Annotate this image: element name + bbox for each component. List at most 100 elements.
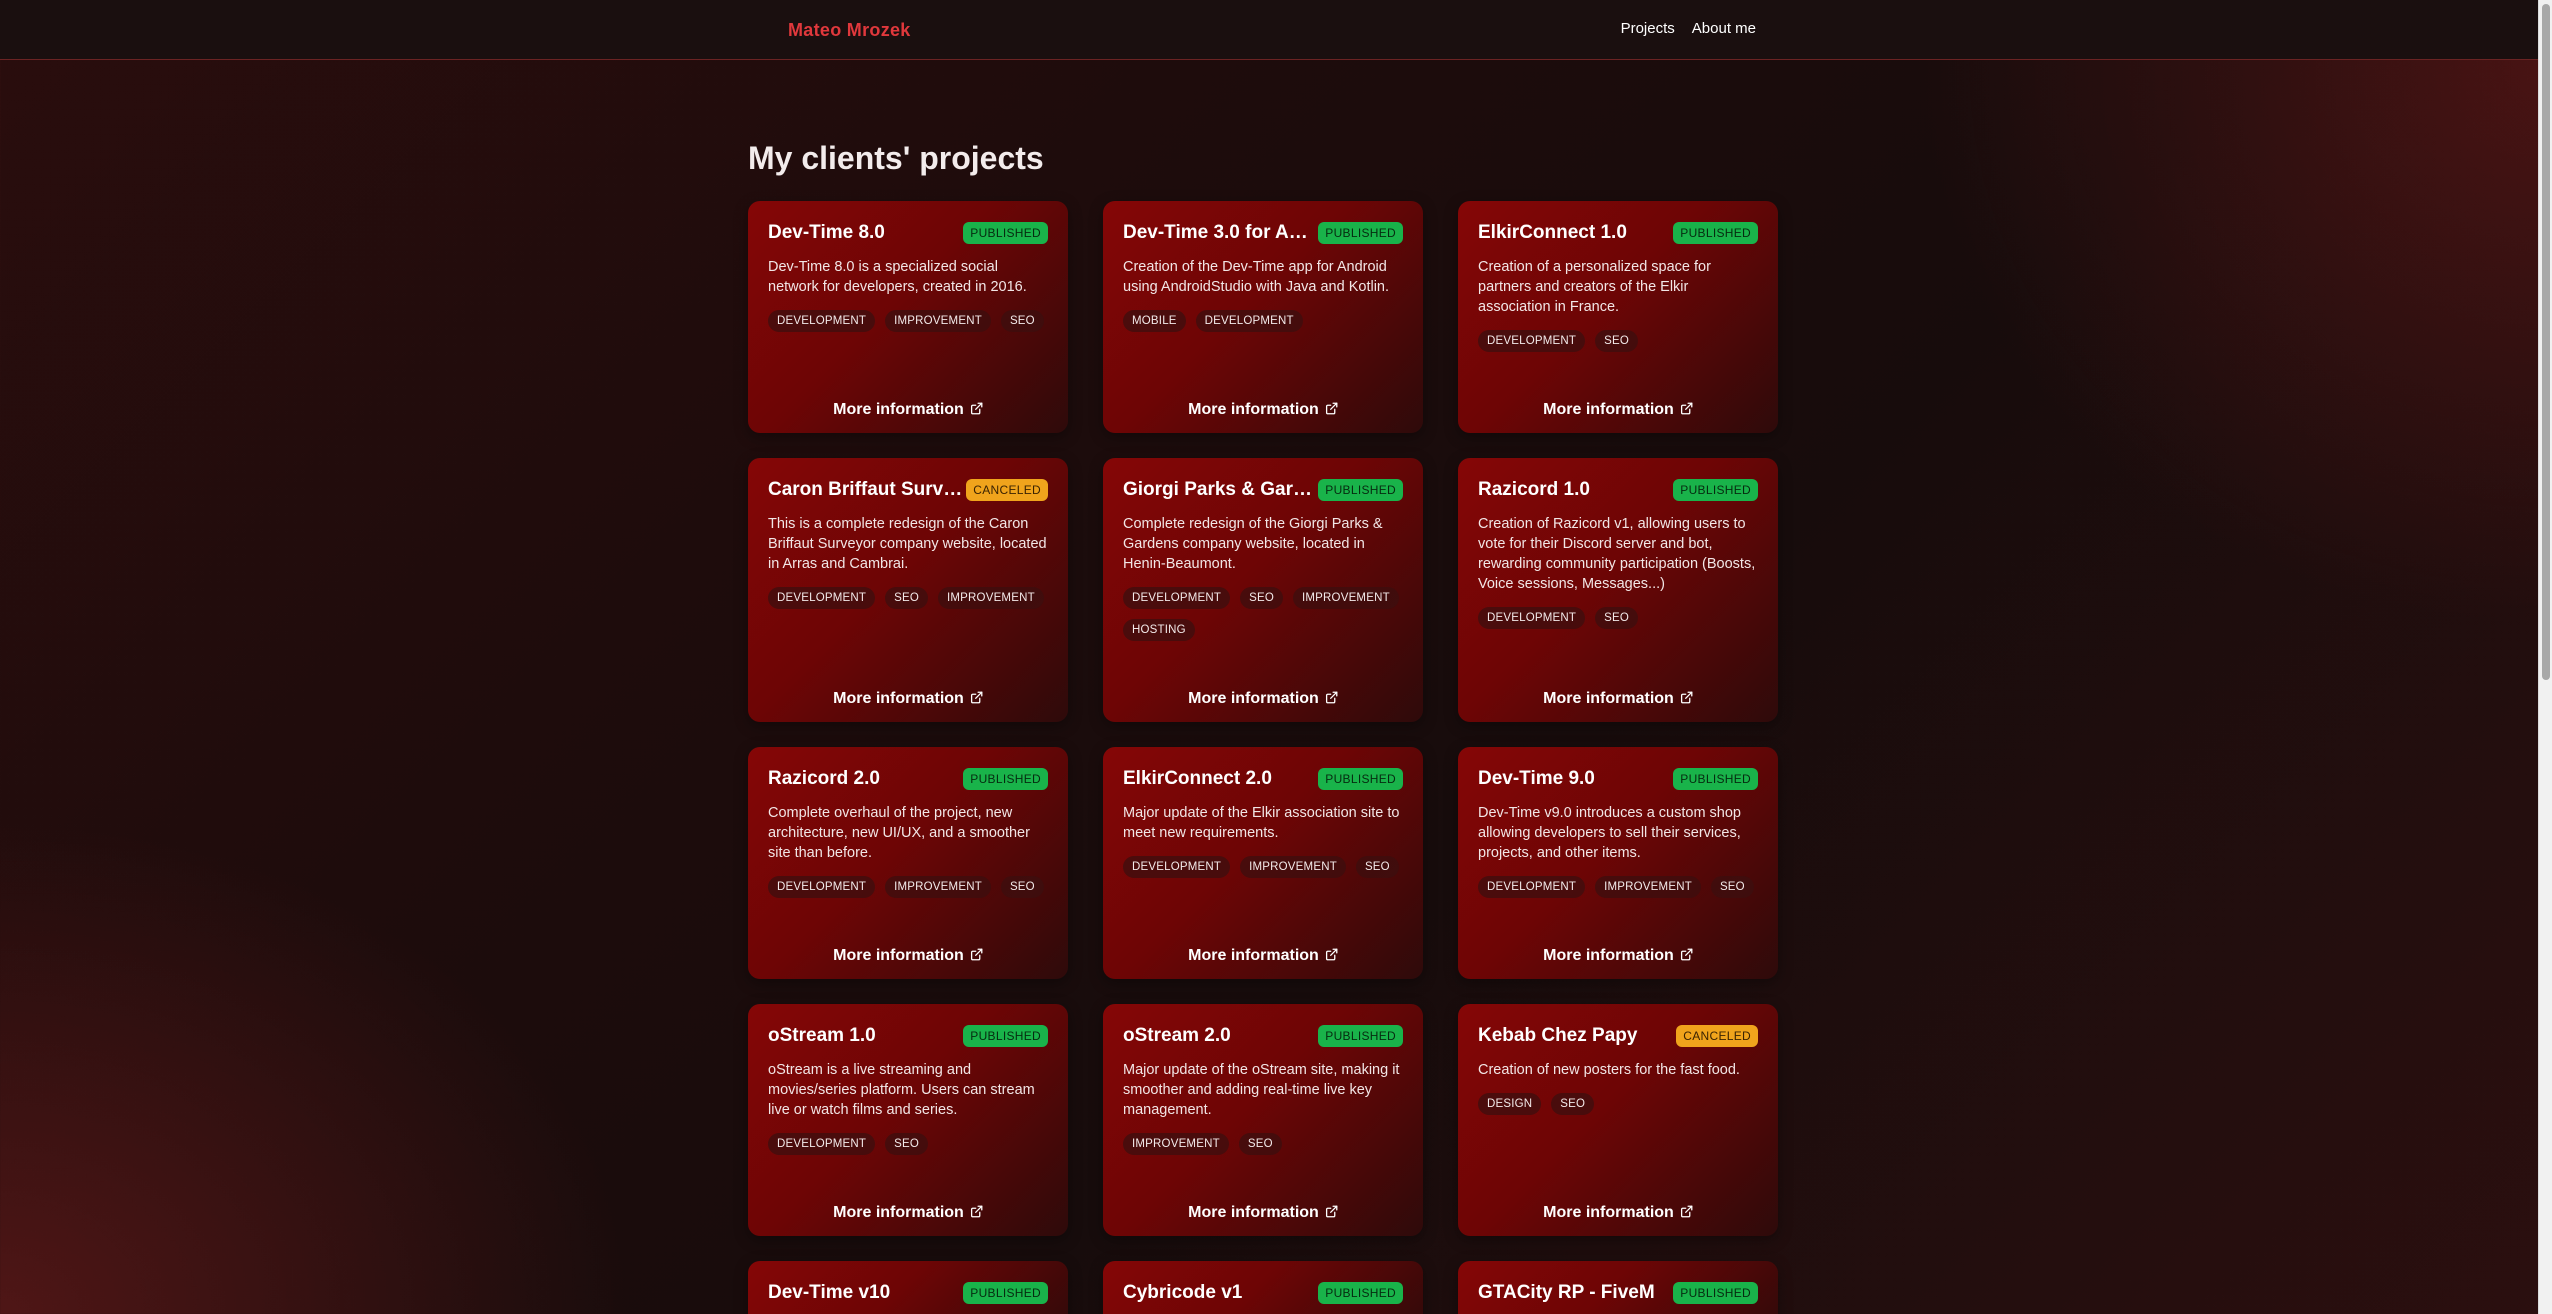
more-information-link[interactable]: More information [748,690,1068,708]
more-information-link[interactable]: More information [1458,947,1778,965]
scrollbar-thumb[interactable] [2542,4,2550,680]
project-card: Razicord 2.0 PUBLISHED Complete overhaul o… [748,747,1068,979]
tag-chip: DEVELOPMENT [1478,607,1586,629]
project-card: GTACity RP - FiveM PUBLISHED [1458,1261,1778,1314]
site-header: Mateo Mrozek Projects About me [0,0,2538,60]
tag-chip: SEO [1595,330,1638,352]
project-card: Caron Briffaut Surveyor CANCELED This is a… [748,458,1068,722]
tag-chip: IMPROVEMENT [1123,1133,1229,1155]
more-information-link[interactable]: More information [1458,690,1778,708]
project-description: Complete overhaul of the project, new ar… [768,805,1030,861]
status-badge: CANCELED [1676,1025,1758,1047]
project-tags: DEVELOPMENT SEO [1478,607,1758,629]
project-card: Kebab Chez Papy CANCELED Creation of new p… [1458,1004,1778,1236]
tag-chip: HOSTING [1123,619,1195,641]
project-title: Razicord 2.0 [768,768,880,789]
tag-chip: IMPROVEMENT [1293,587,1399,609]
project-description: Dev-Time 8.0 is a specialized social net… [768,259,1027,295]
tag-chip: IMPROVEMENT [885,310,991,332]
status-badge: PUBLISHED [963,1282,1048,1304]
vertical-scrollbar[interactable] [2538,0,2552,1314]
project-description: Creation of the Dev-Time app for Android… [1123,259,1390,295]
more-information-label: More information [1543,401,1674,418]
more-information-link[interactable]: More information [1103,401,1423,419]
project-card: oStream 2.0 PUBLISHED Major update of the … [1103,1004,1423,1236]
project-card-header: Dev-Time 9.0 PUBLISHED [1478,766,1758,792]
status-badge: CANCELED [966,479,1048,501]
tag-chip: SEO [1710,876,1754,898]
more-information-link[interactable]: More information [1103,690,1423,708]
tag-chip: DEVELOPMENT [1123,856,1231,878]
project-tags: DEVELOPMENT IMPROVEMENT SEO [1478,876,1758,898]
nav-link-about-me[interactable]: About me [1692,20,1756,37]
project-title: Dev-Time 9.0 [1478,768,1595,789]
project-card-header: oStream 2.0 PUBLISHED [1123,1023,1403,1049]
tag-chip: DEVELOPMENT [1478,876,1586,898]
project-card-header: oStream 1.0 PUBLISHED [768,1023,1048,1049]
project-card-header: Razicord 1.0 PUBLISHED [1478,477,1758,503]
project-title: ElkirConnect 1.0 [1478,222,1627,243]
more-information-link[interactable]: More information [1458,401,1778,419]
project-card-header: Dev-Time v10 PUBLISHED [768,1280,1048,1306]
more-information-label: More information [1188,1204,1319,1221]
project-card-header: Dev-Time 3.0 for AndroidPUBLISHED [1123,220,1403,246]
tag-chip: IMPROVEMENT [938,587,1044,609]
brand-logo-text[interactable]: Mateo Mrozek [788,20,911,41]
status-badge: PUBLISHED [1673,222,1758,244]
project-title: Dev-Time v10 [768,1282,891,1303]
project-tags: DEVELOPMENT SEO [768,1133,1048,1155]
more-information-link[interactable]: More information [748,1204,1068,1222]
more-information-link[interactable]: More information [1103,1204,1423,1222]
more-information-label: More information [1188,690,1319,707]
tag-chip: SEO [1551,1093,1595,1115]
tag-chip: SEO [1000,876,1044,898]
external-link-icon [1680,1205,1693,1218]
more-information-label: More information [1543,690,1674,707]
project-card-header: Kebab Chez Papy CANCELED [1478,1023,1758,1049]
status-badge: PUBLISHED [963,1025,1048,1047]
tag-chip: IMPROVEMENT [1240,856,1346,878]
project-tags: DESIGN SEO [1478,1093,1758,1115]
external-link-icon [1680,948,1693,961]
project-title: oStream 1.0 [768,1025,876,1046]
tag-chip: DEVELOPMENT [768,1133,876,1155]
tag-chip: DEVELOPMENT [768,876,876,898]
external-link-icon [970,691,983,704]
tag-chip: SEO [885,587,928,609]
project-card-header: GTACity RP - FiveM PUBLISHED [1478,1280,1758,1306]
tag-chip: SEO [1000,310,1044,332]
project-tags: DEVELOPMENT IMPROVEMENT SEO [768,876,1048,898]
tag-chip: DEVELOPMENT [768,310,876,332]
project-card: Cybricode v1 PUBLISHED [1103,1261,1423,1314]
external-link-icon [970,402,983,415]
project-card-header: ElkirConnect 2.0 PUBLISHED [1123,766,1403,792]
project-card-header: Caron Briffaut Surveyor CANCELED [768,477,1048,503]
project-description: oStream is a live streaming and movies/s… [768,1062,1035,1118]
more-information-link[interactable]: More information [1458,1204,1778,1222]
project-card: oStream 1.0 PUBLISHED oStream is a live st… [748,1004,1068,1236]
status-badge: PUBLISHED [963,768,1048,790]
projects-grid: Dev-Time 8.0 PUBLISHED Dev-Time 8.0 is a s… [748,201,1778,1314]
status-badge: PUBLISHED [963,222,1048,244]
more-information-label: More information [1543,947,1674,964]
more-information-label: More information [1543,1204,1674,1221]
tag-chip: SEO [1238,1133,1282,1155]
more-information-link[interactable]: More information [748,401,1068,419]
tag-chip: SEO [885,1133,928,1155]
project-title: oStream 2.0 [1123,1025,1231,1046]
more-information-label: More information [833,1204,964,1221]
status-badge: PUBLISHED [1673,1282,1758,1304]
more-information-link[interactable]: More information [748,947,1068,965]
project-title: Cybricode v1 [1123,1282,1243,1303]
project-card: ElkirConnect 1.0 PUBLISHED Creation of a p… [1458,201,1778,433]
project-card-header: Cybricode v1 PUBLISHED [1123,1280,1403,1306]
more-information-link[interactable]: More information [1103,947,1423,965]
external-link-icon [1680,691,1693,704]
more-information-label: More information [833,947,964,964]
status-badge: PUBLISHED [1318,479,1403,501]
nav-link-projects[interactable]: Projects [1621,20,1675,37]
external-link-icon [1325,948,1338,961]
project-tags: DEVELOPMENT IMPROVEMENT SEO [768,310,1048,332]
external-link-icon [1325,1205,1338,1218]
more-information-label: More information [1188,947,1319,964]
